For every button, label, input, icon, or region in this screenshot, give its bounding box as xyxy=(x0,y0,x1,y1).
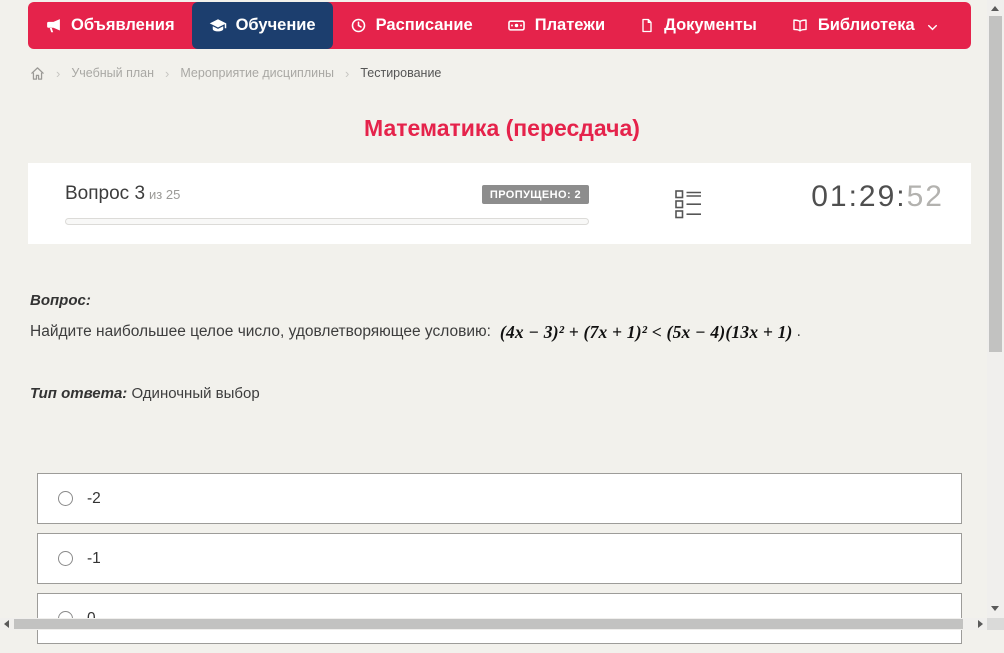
question-section-label: Вопрос: xyxy=(30,292,91,309)
chevron-down-icon xyxy=(926,21,939,34)
question-number: Вопрос 3 из 25 xyxy=(65,183,181,204)
answer-type-value: Одиночный выбор xyxy=(131,385,260,402)
breadcrumb-item-discipline-event[interactable]: Мероприятие дисциплины xyxy=(180,66,334,80)
nav-item-label: Библиотека xyxy=(817,16,915,34)
question-text: Найдите наибольшее целое число, удовлетв… xyxy=(30,323,491,340)
timer-seconds: 52 xyxy=(906,180,944,213)
option-label: -2 xyxy=(87,489,101,507)
progress-bar xyxy=(65,218,589,225)
nav-item-label: Объявления xyxy=(71,16,175,34)
option-label: -1 xyxy=(87,549,101,567)
answer-type-label: Тип ответа: xyxy=(30,385,128,402)
graduation-cap-icon xyxy=(209,17,227,35)
question-text-suffix: . xyxy=(796,323,801,340)
home-icon[interactable] xyxy=(30,66,45,81)
timer-hours-minutes: 01:29: xyxy=(811,180,907,213)
breadcrumb-separator: › xyxy=(165,65,170,81)
horizontal-scrollbar-thumb[interactable] xyxy=(14,619,963,629)
scroll-right-arrow[interactable] xyxy=(978,620,983,628)
scroll-left-arrow[interactable] xyxy=(4,620,9,628)
page-title: Математика (пересдача) xyxy=(364,115,640,141)
document-icon xyxy=(639,17,655,34)
radio-button[interactable] xyxy=(58,491,73,506)
nav-item-announcements[interactable]: Объявления xyxy=(28,2,192,49)
nav-item-documents[interactable]: Документы xyxy=(622,2,774,49)
math-formula: (4x − 3)² + (7x + 1)² < (5x − 4)(13x + 1… xyxy=(499,321,793,342)
clock-icon xyxy=(350,17,367,34)
banknote-icon xyxy=(507,16,526,35)
top-navigation: Объявления Обучение Расписание Платежи Д… xyxy=(28,2,971,49)
skipped-badge: ПРОПУЩЕНО: 2 xyxy=(481,185,589,204)
answer-option-2[interactable]: -1 xyxy=(37,533,962,584)
scrollbar-corner xyxy=(987,618,1004,630)
megaphone-icon xyxy=(45,17,62,34)
breadcrumb-separator: › xyxy=(345,65,350,81)
nav-item-label: Расписание xyxy=(375,16,473,34)
nav-item-label: Платежи xyxy=(534,16,606,34)
vertical-scrollbar-thumb[interactable] xyxy=(989,16,1002,352)
nav-item-library[interactable]: Библиотека xyxy=(774,2,956,49)
breadcrumb: › Учебный план › Мероприятие дисциплины … xyxy=(30,62,441,84)
breadcrumb-item-testing: Тестирование xyxy=(360,66,442,80)
book-icon xyxy=(791,17,809,34)
question-header-card: Вопрос 3 из 25 ПРОПУЩЕНО: 2 01:29:52 xyxy=(28,163,971,244)
countdown-timer: 01:29:52 xyxy=(811,180,944,214)
question-list-icon[interactable] xyxy=(675,189,702,224)
breadcrumb-separator: › xyxy=(56,65,61,81)
nav-item-label: Документы xyxy=(664,16,757,34)
answer-type-line: Тип ответа: Одиночный выбор xyxy=(30,385,260,402)
scroll-up-arrow[interactable] xyxy=(991,6,999,11)
question-text-line: Найдите наибольшее целое число, удовлетв… xyxy=(30,315,801,349)
answer-option-1[interactable]: -2 xyxy=(37,473,962,524)
question-total: из 25 xyxy=(149,187,181,202)
scroll-down-arrow[interactable] xyxy=(991,606,999,611)
nav-item-label: Обучение xyxy=(235,16,316,34)
horizontal-scrollbar[interactable] xyxy=(0,618,987,630)
radio-button[interactable] xyxy=(58,551,73,566)
nav-item-learning[interactable]: Обучение xyxy=(191,2,333,49)
nav-item-payments[interactable]: Платежи xyxy=(490,2,622,49)
vertical-scrollbar[interactable] xyxy=(987,0,1004,630)
breadcrumb-item-study-plan[interactable]: Учебный план xyxy=(71,66,154,80)
nav-item-schedule[interactable]: Расписание xyxy=(333,2,490,49)
